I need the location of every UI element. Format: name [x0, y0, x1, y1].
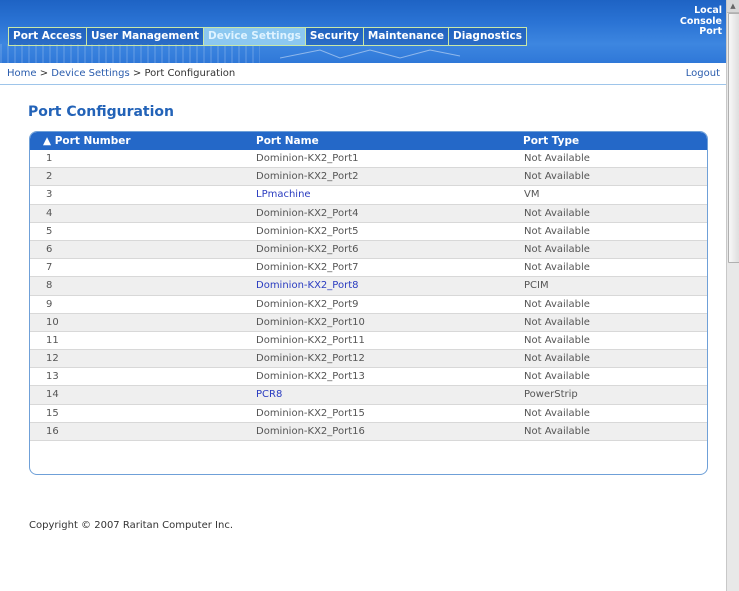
port-type-cell: Not Available — [524, 371, 590, 383]
port-number-cell: 2 — [46, 171, 53, 183]
column-header-port-number[interactable]: ▲ Port Number — [43, 135, 131, 147]
table-row: 13 Dominion-KX2_Port13 Not Available — [30, 368, 707, 387]
port-number-cell: 11 — [46, 334, 59, 346]
port-name-link[interactable]: Dominion-KX2_Port8 — [256, 280, 358, 291]
port-type-cell: Not Available — [524, 225, 590, 237]
port-type-cell: PowerStrip — [524, 389, 578, 401]
port-number-cell: 8 — [46, 280, 53, 292]
nav-port-access[interactable]: Port Access — [9, 28, 87, 45]
column-header-port-name[interactable]: Port Name — [256, 135, 319, 147]
top-navigation: Port Access User Management Device Setti… — [8, 27, 527, 46]
port-number-cell: 13 — [46, 371, 59, 383]
table-row: 5 Dominion-KX2_Port5 Not Available — [30, 223, 707, 241]
port-name-cell: Dominion-KX2_Port4 — [256, 207, 359, 219]
port-type-cell: Not Available — [524, 425, 590, 437]
header-banner: Port Access User Management Device Setti… — [0, 0, 726, 63]
breadcrumb-separator: > — [129, 68, 145, 79]
port-type-cell: Not Available — [524, 316, 590, 328]
port-number-cell: 4 — [46, 207, 53, 219]
port-name-cell: Dominion-KX2_Port15 — [256, 407, 365, 419]
port-name-cell: Dominion-KX2_Port11 — [256, 334, 365, 346]
nav-device-settings[interactable]: Device Settings — [204, 28, 306, 45]
port-type-cell: Not Available — [524, 298, 590, 310]
table-body: 1 Dominion-KX2_Port1 Not Available 2 Dominio… — [30, 150, 707, 441]
port-name-cell: Dominion-KX2_Port10 — [256, 316, 365, 328]
vertical-scrollbar[interactable]: ▲ — [726, 0, 739, 591]
port-number-cell: 3 — [46, 189, 53, 201]
port-name-cell: Dominion-KX2_Port2 — [256, 171, 359, 183]
port-name-link[interactable]: LPmachine — [256, 189, 311, 200]
port-name-cell: Dominion-KX2_Port5 — [256, 225, 359, 237]
nav-security[interactable]: Security — [305, 28, 364, 45]
port-name-cell: Dominion-KX2_Port12 — [256, 353, 365, 365]
port-type-cell: Not Available — [524, 207, 590, 219]
port-type-cell: Not Available — [524, 262, 590, 274]
port-number-cell: 7 — [46, 262, 53, 274]
page-title: Port Configuration — [28, 104, 175, 120]
port-number-cell: 16 — [46, 425, 59, 437]
table-row: 11 Dominion-KX2_Port11 Not Available — [30, 332, 707, 351]
table-row: 6 Dominion-KX2_Port6 Not Available — [30, 240, 707, 260]
port-type-cell: Not Available — [524, 243, 590, 255]
port-name-cell: Dominion-KX2_Port6 — [256, 243, 359, 255]
table-row: 7 Dominion-KX2_Port7 Not Available — [30, 259, 707, 278]
copyright-text: Copyright © 2007 Raritan Computer Inc. — [29, 520, 234, 531]
breadcrumb-bar: Home > Device Settings > Port Configurat… — [0, 64, 726, 85]
port-type-cell: Not Available — [524, 407, 590, 419]
breadcrumb-current: Port Configuration — [144, 68, 236, 79]
port-name-cell: Dominion-KX2_Port9 — [256, 298, 359, 310]
table-row: 12 Dominion-KX2_Port12 Not Available — [30, 350, 707, 369]
table-row: 8 Dominion-KX2_Port8 PCIM — [30, 277, 707, 296]
port-type-cell: Not Available — [524, 171, 590, 183]
table-row: 9 Dominion-KX2_Port9 Not Available — [30, 296, 707, 314]
nav-maintenance[interactable]: Maintenance — [363, 28, 450, 45]
port-name-link[interactable]: PCR8 — [256, 389, 282, 400]
table-header: ▲ Port Number Port Name Port Type — [30, 132, 707, 150]
table-row: 10 Dominion-KX2_Port10 Not Available — [30, 313, 707, 332]
table-row: 2 Dominion-KX2_Port2 Not Available — [30, 168, 707, 187]
port-name-cell: Dominion-KX2_Port1 — [256, 153, 359, 164]
table-row: 1 Dominion-KX2_Port1 Not Available — [30, 150, 707, 169]
column-header-port-type[interactable]: Port Type — [523, 135, 579, 147]
table-row: 3 LPmachine VM — [30, 186, 707, 205]
breadcrumb-device-settings-link[interactable]: Device Settings — [51, 68, 129, 79]
breadcrumb-separator: > — [36, 68, 52, 79]
port-number-cell: 9 — [46, 298, 53, 310]
table-row: 4 Dominion-KX2_Port4 Not Available — [30, 204, 707, 223]
port-number-cell: 1 — [46, 153, 53, 164]
port-type-cell: VM — [524, 189, 540, 201]
port-number-cell: 15 — [46, 407, 59, 419]
scroll-up-arrow-icon[interactable]: ▲ — [727, 0, 739, 13]
port-name-cell: Dominion-KX2_Port13 — [256, 371, 365, 383]
local-console-port-link[interactable]: Local Console Port — [680, 5, 722, 38]
port-type-cell: Not Available — [524, 153, 590, 164]
port-type-cell: PCIM — [524, 280, 549, 292]
port-number-cell: 6 — [46, 243, 53, 255]
port-name-cell: Dominion-KX2_Port16 — [256, 425, 365, 437]
nav-user-management[interactable]: User Management — [86, 28, 204, 45]
table-row: 15 Dominion-KX2_Port15 Not Available — [30, 405, 707, 423]
banner-wave-graphic — [280, 49, 461, 59]
breadcrumb: Home > Device Settings > Port Configurat… — [7, 68, 235, 79]
port-type-cell: Not Available — [524, 334, 590, 346]
port-table: ▲ Port Number Port Name Port Type 1 Domin… — [29, 131, 708, 475]
port-number-cell: 14 — [46, 389, 59, 401]
scroll-thumb[interactable] — [728, 13, 739, 263]
breadcrumb-home-link[interactable]: Home — [7, 68, 37, 79]
port-type-cell: Not Available — [524, 353, 590, 365]
port-name-cell: Dominion-KX2_Port7 — [256, 262, 359, 274]
port-number-cell: 10 — [46, 316, 59, 328]
logout-link[interactable]: Logout — [686, 68, 720, 79]
port-number-cell: 5 — [46, 225, 53, 237]
local-console-line1: Local — [694, 5, 722, 16]
port-number-cell: 12 — [46, 353, 59, 365]
banner-decoration — [0, 44, 260, 63]
nav-diagnostics[interactable]: Diagnostics — [449, 28, 526, 45]
local-console-line3: Port — [699, 26, 722, 37]
table-row: 16 Dominion-KX2_Port16 Not Available — [30, 422, 707, 441]
table-row: 14 PCR8 PowerStrip — [30, 386, 707, 405]
